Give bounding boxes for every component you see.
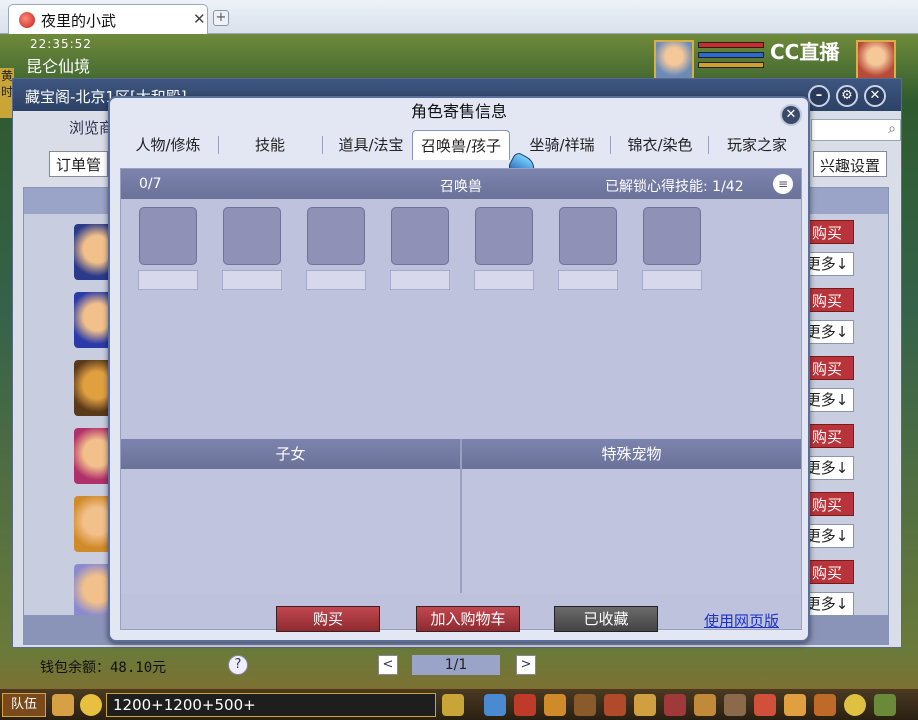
buy-button[interactable]: 购买 — [276, 606, 380, 632]
special-pet-area — [462, 469, 801, 593]
tab-outfits[interactable]: 锦衣/染色 — [614, 130, 706, 160]
tab-divider — [708, 136, 709, 154]
game-clock: 22:35:52 — [30, 37, 92, 51]
summon-slot[interactable] — [559, 207, 617, 265]
search-icon[interactable]: ⌕ — [888, 121, 896, 137]
sp-bar — [698, 62, 764, 68]
game-taskbar: 队伍 1200+1200+500+ — [0, 688, 918, 720]
friends-icon[interactable] — [664, 694, 686, 716]
mp-bar — [698, 52, 764, 58]
unlocked-skills: 已解锁心得技能: 1/42 — [605, 179, 744, 195]
order-management-button[interactable]: 订单管 — [49, 151, 109, 177]
treasure-icon[interactable] — [784, 694, 806, 716]
interest-settings-button[interactable]: 兴趣设置 — [813, 151, 888, 177]
summon-slot[interactable] — [643, 207, 701, 265]
app-favicon-icon — [19, 12, 35, 28]
tab-divider — [322, 136, 323, 154]
system-icon[interactable] — [874, 694, 896, 716]
guild-icon[interactable] — [694, 694, 716, 716]
minimize-icon[interactable]: – — [808, 85, 830, 107]
children-area — [121, 469, 460, 593]
browser-tab[interactable]: 夜里的小武 ✕ — [8, 4, 208, 34]
prev-page-button[interactable]: < — [378, 655, 398, 675]
cc-stream-logo: CC直播 — [770, 40, 840, 64]
gift-icon[interactable] — [754, 694, 776, 716]
sword-icon[interactable] — [484, 694, 506, 716]
summon-slot-name — [474, 270, 534, 290]
pet-icon[interactable] — [574, 694, 596, 716]
channel-icon[interactable] — [442, 694, 464, 716]
summon-slot[interactable] — [475, 207, 533, 265]
hp-bar — [698, 42, 764, 48]
close-tab-icon[interactable]: ✕ — [193, 10, 206, 28]
browser-tab-title: 夜里的小武 — [41, 12, 117, 30]
page-indicator: 1/1 — [412, 655, 500, 675]
web-version-link[interactable]: 使用网页版 — [704, 610, 779, 631]
tab-divider — [610, 136, 611, 154]
browser-tab-bar: 夜里的小武 ✕ + — [0, 0, 918, 34]
pet-portrait[interactable] — [856, 40, 896, 80]
quest-icon[interactable] — [634, 694, 656, 716]
player-portrait[interactable] — [654, 40, 694, 80]
tab-character[interactable]: 人物/修炼 — [122, 130, 214, 160]
smile-icon[interactable] — [844, 694, 866, 716]
summon-slot[interactable] — [391, 207, 449, 265]
summon-slot-name — [306, 270, 366, 290]
tab-player-home[interactable]: 玩家之家 — [712, 130, 802, 160]
skill-icon[interactable] — [604, 694, 626, 716]
chat-input[interactable]: 1200+1200+500+ — [106, 693, 436, 717]
favorited-button[interactable]: 已收藏 — [554, 606, 658, 632]
tab-items[interactable]: 道具/法宝 — [326, 130, 416, 160]
tab-summons[interactable]: 召唤兽/孩子 — [412, 130, 510, 160]
summon-slot[interactable] — [307, 207, 365, 265]
section-divider — [460, 439, 462, 593]
tab-skills[interactable]: 技能 — [222, 130, 318, 160]
close-icon[interactable]: ✕ — [864, 85, 886, 107]
summon-slot[interactable] — [139, 207, 197, 265]
special-pet-header: 特殊宠物 — [462, 439, 801, 469]
tab-mounts[interactable]: 坐骑/祥瑞 — [516, 130, 608, 160]
shop-icon[interactable] — [814, 694, 836, 716]
list-icon[interactable]: ≡ — [773, 174, 793, 194]
search-input[interactable]: ⌕ — [811, 119, 901, 141]
summon-slot-name — [222, 270, 282, 290]
help-icon[interactable]: ? — [228, 655, 248, 675]
next-page-button[interactable]: > — [516, 655, 536, 675]
children-header: 子女 — [121, 439, 460, 469]
summon-slot-name — [138, 270, 198, 290]
location-name: 昆仑仙境 — [26, 57, 91, 76]
scroll-icon[interactable] — [724, 694, 746, 716]
settings-gear-icon[interactable]: ⚙ — [836, 85, 858, 107]
tab-divider — [218, 136, 219, 154]
role-consignment-dialog: 角色寄售信息 ✕ 人物/修炼 技能 道具/法宝 召唤兽/孩子 坐骑/祥瑞 锦衣/… — [108, 96, 810, 642]
add-to-cart-button[interactable]: 加入购物车 — [416, 606, 520, 632]
item-icon[interactable] — [544, 694, 566, 716]
wallet-balance: 钱包余额：48.10元 — [40, 660, 167, 676]
bag-icon[interactable] — [514, 694, 536, 716]
summon-slot-name — [642, 270, 702, 290]
team-button[interactable]: 队伍 — [2, 693, 46, 717]
summon-slot-name — [390, 270, 450, 290]
summon-panel: 召唤兽 0/7 已解锁心得技能: 1/42 ≡ 子女 特殊宠物 — [120, 168, 802, 630]
summon-slot[interactable] — [223, 207, 281, 265]
emoji-icon[interactable] — [80, 694, 102, 716]
dialog-tabs: 人物/修炼 技能 道具/法宝 召唤兽/孩子 坐骑/祥瑞 锦衣/染色 玩家之家 — [122, 126, 802, 160]
new-tab-button[interactable]: + — [213, 10, 229, 26]
summon-panel-header: 召唤兽 0/7 已解锁心得技能: 1/42 ≡ — [121, 169, 801, 199]
summon-slot-name — [558, 270, 618, 290]
microphone-icon[interactable] — [52, 694, 74, 716]
summon-count: 0/7 — [139, 176, 162, 192]
dialog-title: 角色寄售信息 — [410, 102, 507, 121]
dialog-close-icon[interactable]: ✕ — [780, 104, 802, 126]
